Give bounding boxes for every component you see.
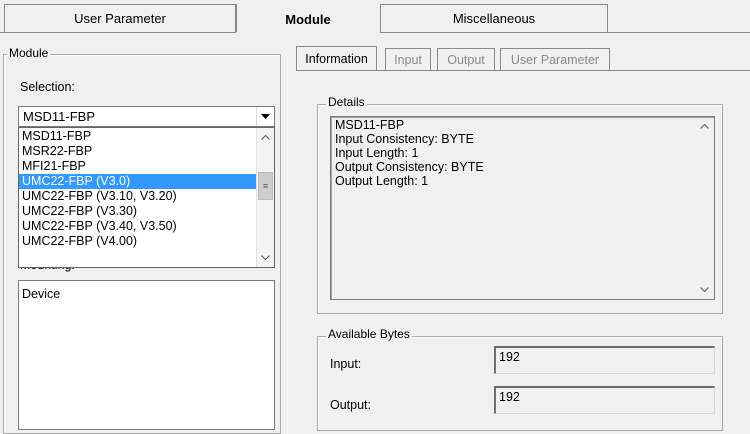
details-line: MSD11-FBP (335, 118, 405, 132)
chevron-down-icon (261, 114, 270, 119)
input-bytes-field[interactable]: 192 (494, 346, 715, 374)
selection-label: Selection: (20, 80, 75, 94)
details-textarea[interactable]: MSD11-FBP Input Consistency: BYTE Input … (330, 116, 715, 300)
tab-divider (236, 4, 237, 32)
scroll-thumb[interactable]: ≡ (258, 172, 273, 200)
scroll-down-icon[interactable] (257, 249, 274, 266)
dropdown-item-selected[interactable]: UMC22-FBP (V3.0) (19, 174, 274, 189)
tab-module[interactable]: Module (236, 4, 380, 34)
tab-baseline (380, 32, 750, 33)
selection-value: MSD11-FBP (23, 109, 95, 124)
details-scrollbar[interactable] (696, 118, 713, 298)
tab-input[interactable]: Input (385, 48, 431, 70)
tab-user-parameter-inner[interactable]: User Parameter (500, 48, 610, 70)
dropdown-item[interactable]: UMC22-FBP (V3.40, V3.50) (19, 219, 274, 234)
list-item[interactable]: Device (19, 287, 274, 302)
output-bytes-field[interactable]: 192 (494, 386, 715, 414)
dropdown-item[interactable]: MSR22-FBP (19, 144, 274, 159)
scroll-up-icon[interactable] (696, 118, 713, 135)
details-line: Input Consistency: BYTE (335, 132, 474, 146)
tab-information[interactable]: Information (296, 46, 377, 70)
tab-user-parameter[interactable]: User Parameter (4, 4, 236, 32)
available-bytes-title: Available Bytes (326, 327, 412, 341)
module-group-title: Module (7, 46, 51, 60)
tab-label: User Parameter (510, 52, 600, 67)
details-group-title: Details (326, 95, 367, 109)
tab-baseline (0, 32, 236, 33)
dropdown-scrollbar[interactable]: ≡ (256, 128, 274, 267)
tab-label: User Parameter (74, 11, 166, 26)
dropdown-button[interactable] (256, 107, 274, 126)
details-line: Output Consistency: BYTE (335, 160, 484, 174)
inner-tab-baseline (296, 70, 750, 71)
selection-combobox[interactable]: MSD11-FBP (18, 106, 275, 127)
scroll-up-icon[interactable] (257, 129, 274, 146)
selection-dropdown-list[interactable]: MSD11-FBP MSR22-FBP MFI21-FBP UMC22-FBP … (18, 127, 275, 268)
details-line: Input Length: 1 (335, 146, 419, 160)
tab-label: Information (305, 51, 368, 66)
scroll-down-icon[interactable] (696, 281, 713, 298)
tab-label: Module (285, 11, 331, 27)
details-line: Output Length: 1 (335, 174, 429, 188)
tab-miscellaneous[interactable]: Miscellaneous (380, 4, 608, 32)
dropdown-item[interactable]: UMC22-FBP (V3.10, V3.20) (19, 189, 274, 204)
input-label: Input: (330, 357, 362, 371)
dropdown-item[interactable]: MFI21-FBP (19, 159, 274, 174)
tab-output[interactable]: Output (437, 48, 495, 70)
tab-label: Output (447, 52, 485, 67)
mounting-listbox[interactable]: Device (18, 280, 275, 430)
dropdown-item[interactable]: UMC22-FBP (V4.00) (19, 234, 274, 249)
dropdown-item[interactable]: UMC22-FBP (V3.30) (19, 204, 274, 219)
tab-label: Miscellaneous (452, 11, 536, 26)
tab-label: Input (394, 52, 422, 67)
dropdown-item[interactable]: MSD11-FBP (19, 129, 274, 144)
output-label: Output: (330, 398, 371, 412)
